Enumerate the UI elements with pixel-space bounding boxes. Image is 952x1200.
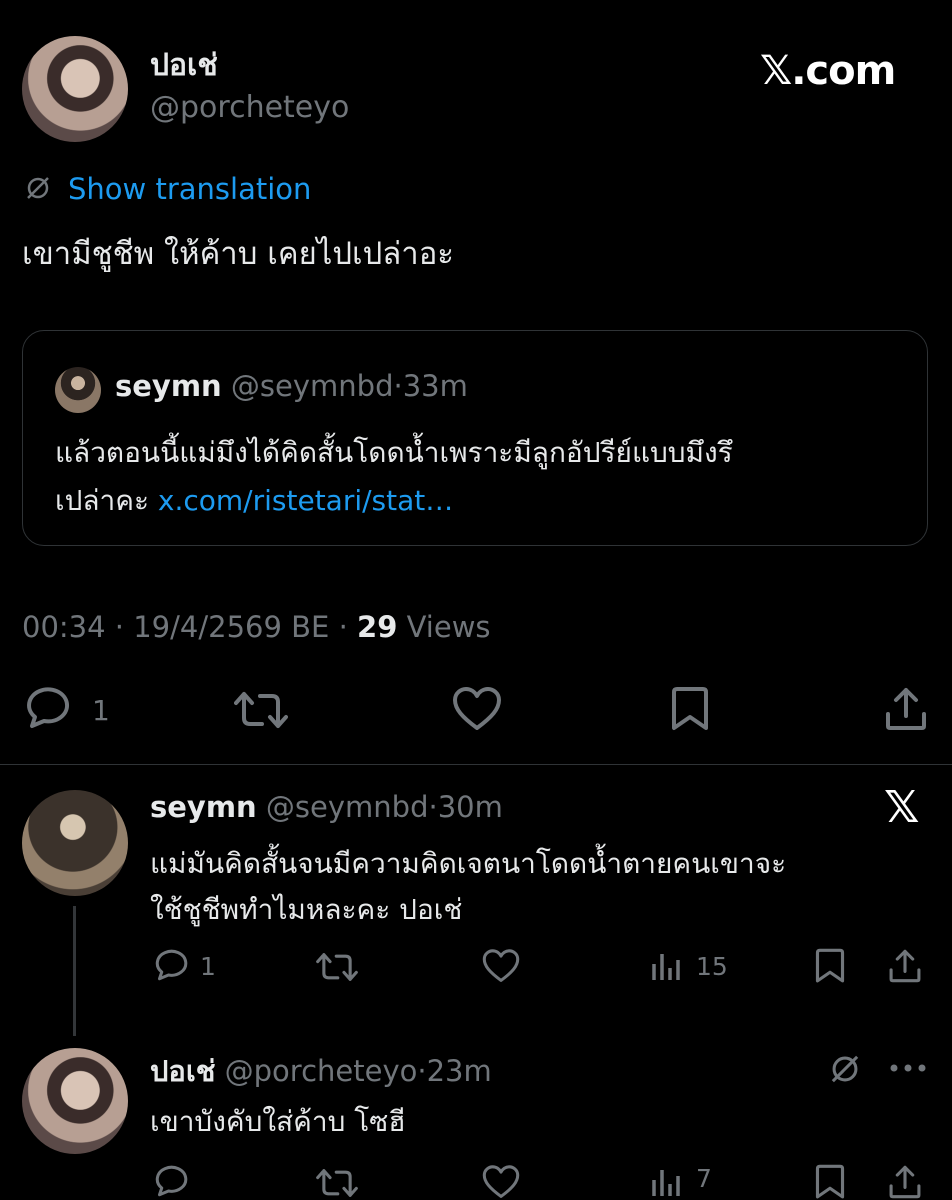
share-icon[interactable]	[884, 686, 928, 732]
reply2-handle[interactable]: @porcheteyo	[225, 1054, 418, 1088]
bookmark-icon[interactable]	[670, 686, 710, 732]
reply2-display-name[interactable]: ปอเช่	[150, 1054, 215, 1088]
reply1-reply-count: 1	[200, 952, 216, 981]
translate-icon	[24, 174, 52, 202]
reply1-display-name[interactable]: seymn	[150, 790, 257, 824]
reply1-like-icon[interactable]	[482, 948, 520, 984]
author-display-name[interactable]: ปอเช่	[150, 42, 218, 89]
reply2-share-icon[interactable]	[888, 1164, 922, 1200]
reply2-translate-icon[interactable]	[828, 1052, 862, 1086]
post-text: เขามีชูชีพ ให้ค้าบ เคยไปเปล่าอะ	[22, 236, 454, 272]
reply1-handle[interactable]: @seymnbd	[266, 790, 429, 824]
meta-sep: ·	[338, 610, 348, 644]
reply1-text-line2: ใช้ชูชีพทำไมหละคะ ปอเช่	[150, 893, 463, 926]
x-watermark: 𝕏.com	[760, 48, 896, 94]
reply2-views-count: 7	[696, 1164, 712, 1193]
reply1-time[interactable]: 30m	[438, 790, 503, 824]
reply2-like-icon[interactable]	[482, 1164, 520, 1200]
reply1-repost-icon[interactable]	[316, 950, 358, 984]
quote-dot: ·	[393, 369, 403, 403]
x-badge-icon: 𝕏	[884, 782, 920, 833]
author-handle[interactable]: @porcheteyo	[150, 90, 349, 125]
quote-time: 33m	[402, 369, 468, 403]
reply1-share-icon[interactable]	[888, 948, 922, 984]
post-date[interactable]: 19/4/2569 BE	[133, 610, 329, 644]
reply2-avatar[interactable]	[22, 1048, 128, 1154]
reply1-dot: ·	[428, 790, 438, 824]
divider	[0, 764, 952, 765]
reply1-bookmark-icon[interactable]	[814, 948, 846, 984]
quote-text-line2: เปล่าคะ	[55, 484, 158, 517]
meta-sep: ·	[114, 610, 125, 644]
repost-icon[interactable]	[234, 688, 288, 732]
reply2-reply-icon[interactable]	[152, 1164, 188, 1200]
reply2-text: เขาบังคับใส่ค้าบ โซฮี	[150, 1105, 406, 1138]
quote-display-name: seymn	[115, 369, 222, 403]
quote-author-avatar	[55, 367, 101, 413]
author-avatar[interactable]	[22, 36, 128, 142]
post-time[interactable]: 00:34	[22, 610, 106, 644]
reply2-dot: ·	[417, 1054, 427, 1088]
reply1-avatar[interactable]	[22, 790, 128, 896]
reply2-views-icon[interactable]	[650, 1166, 682, 1198]
views-label[interactable]: Views	[407, 610, 491, 644]
more-options-icon[interactable]	[888, 1062, 928, 1074]
reply1-views-count: 15	[696, 952, 728, 981]
like-icon[interactable]	[452, 686, 502, 732]
show-translation-link[interactable]: Show translation	[68, 172, 311, 206]
quote-handle: @seymnbd	[230, 369, 394, 403]
reply2-repost-icon[interactable]	[316, 1166, 358, 1200]
reply1-views-icon[interactable]	[650, 950, 682, 982]
reply-count: 1	[92, 694, 110, 727]
quote-card[interactable]: seymn @seymnbd·33m แล้วตอนนี้แม่มึงได้คิ…	[22, 330, 928, 546]
views-count[interactable]: 29	[357, 610, 397, 644]
quote-text-line1: แล้วตอนนี้แม่มึงได้คิดสั้นโดดน้ำเพราะมีล…	[55, 436, 733, 469]
reply-icon[interactable]	[22, 686, 70, 732]
quote-link[interactable]: x.com/ristetari/stat…	[158, 484, 453, 517]
reply1-text-line1: แม่มันคิดสั้นจนมีความคิดเจตนาโดดน้ำตายคน…	[150, 847, 787, 880]
reply2-bookmark-icon[interactable]	[814, 1164, 846, 1200]
reply2-time[interactable]: 23m	[427, 1054, 492, 1088]
thread-line	[73, 906, 76, 1036]
reply1-reply-icon[interactable]	[152, 948, 188, 984]
